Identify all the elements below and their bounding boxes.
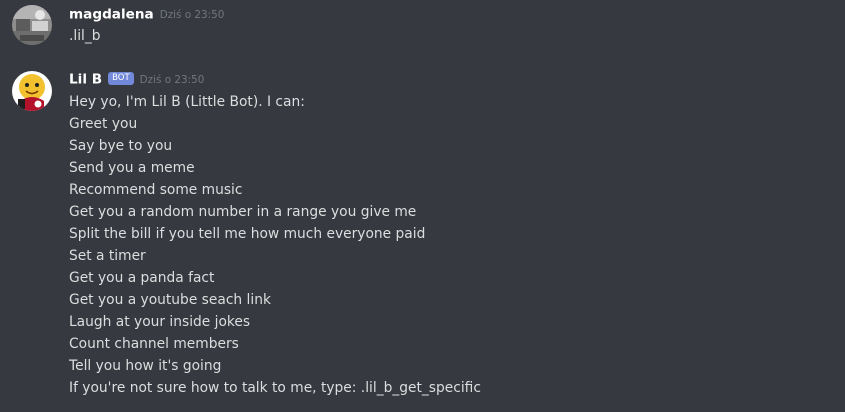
username[interactable]: Lil B — [69, 72, 102, 88]
message-line: Get you a youtube seach link — [69, 292, 271, 308]
message-line: Tell you how it's going — [69, 358, 222, 374]
bot-avatar-icon[interactable] — [12, 71, 52, 111]
user-avatar-icon[interactable] — [12, 5, 52, 45]
message-line: Set a timer — [69, 248, 146, 264]
message-line: Count channel members — [69, 336, 239, 352]
message-line: If you're not sure how to talk to me, ty… — [69, 380, 481, 396]
message-header: Lil B BOT Dziś o 23:50 — [69, 69, 204, 89]
timestamp: Dziś o 23:50 — [139, 73, 205, 86]
message-line: .lil_b — [69, 28, 101, 44]
message-line: Say bye to you — [69, 138, 173, 154]
message-line: Hey yo, I'm Lil B (Little Bot). I can: — [69, 94, 305, 110]
message-line: Recommend some music — [69, 182, 243, 198]
message-line: Split the bill if you tell me how much e… — [69, 226, 426, 242]
message-content: Hey yo, I'm Lil B (Little Bot). I can: G… — [69, 91, 481, 399]
message-line: Send you a meme — [69, 160, 195, 176]
bot-tag-badge: BOT — [108, 72, 134, 85]
message-line: Greet you — [69, 116, 138, 132]
message-line: Get you a random number in a range you g… — [69, 204, 417, 220]
message-line: Laugh at your inside jokes — [69, 314, 251, 330]
username[interactable]: magdalena — [69, 7, 154, 23]
timestamp: Dziś o 23:50 — [159, 8, 225, 21]
message-line: Get you a panda fact — [69, 270, 215, 286]
chat-messages: magdalena Dziś o 23:50 .lil_b Lil B BOT Dzi… — [0, 0, 845, 412]
message-content: .lil_b — [69, 25, 101, 47]
message-header: magdalena Dziś o 23:50 — [69, 4, 224, 24]
